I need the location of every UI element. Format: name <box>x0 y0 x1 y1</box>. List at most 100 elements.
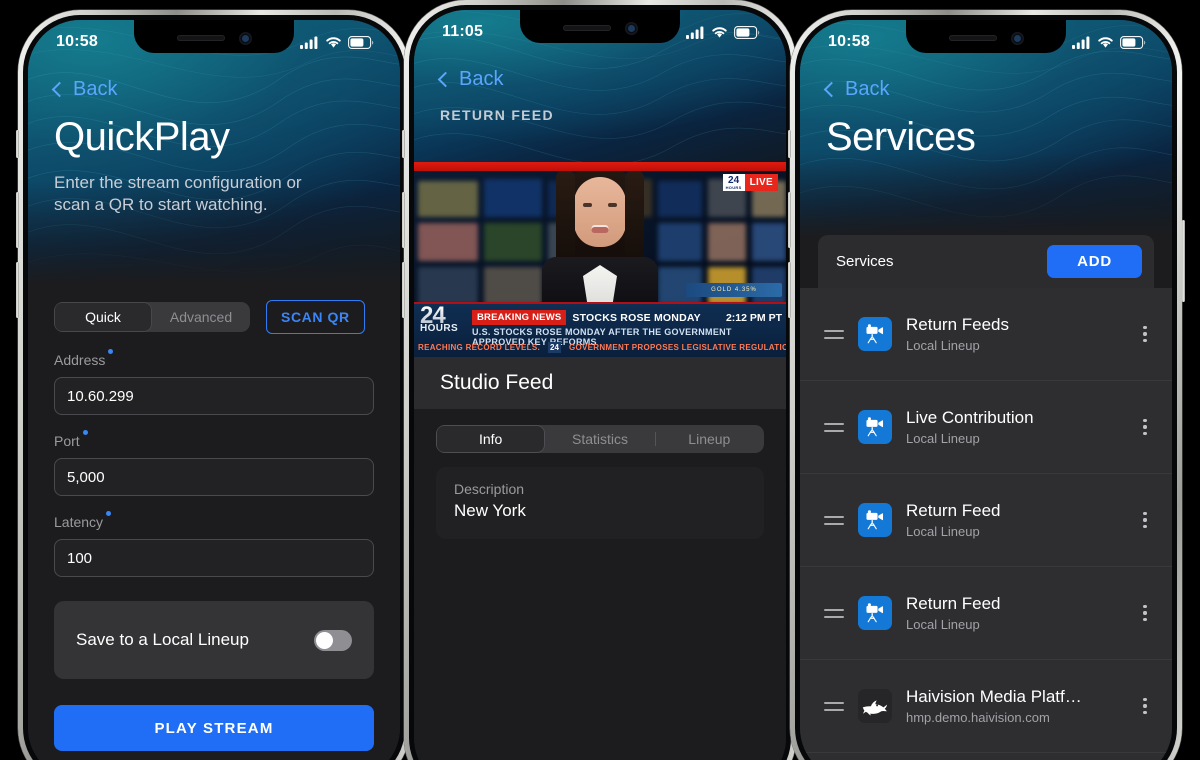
drag-handle-icon[interactable] <box>824 515 844 525</box>
return-feed-app: 11:05 Back RETURN FEED 24 HOURS LIVE GOL… <box>414 10 786 760</box>
port-field-group: Port 5,000 <box>54 430 374 496</box>
quickplay-form: Quick Advanced SCAN QR Address 10.60.299 <box>28 282 400 760</box>
description-value: New York <box>454 501 526 520</box>
toggle-knob <box>316 631 333 649</box>
video-camera-icon <box>858 317 892 351</box>
quickplay-app: 10:58 Back QuickPlay Enter the stream co… <box>28 20 400 760</box>
description-card: Description New York <box>436 467 764 539</box>
cellular-bars-icon <box>1072 36 1090 49</box>
service-name: Return Feed <box>906 594 1001 613</box>
phone1-notch <box>134 20 294 53</box>
phone1-silent-switch[interactable] <box>15 130 19 158</box>
service-subtitle: hmp.demo.haivision.com <box>906 710 1050 725</box>
address-input[interactable]: 10.60.299 <box>54 377 374 415</box>
ticker-crawl: REACHING RECORD LEVELS. 24 GOVERNMENT PR… <box>414 340 786 354</box>
tab-info[interactable]: Info <box>436 425 546 453</box>
more-options-icon[interactable] <box>1136 697 1154 715</box>
table-row[interactable]: Haivision Media Platf… hmp.demo.haivisio… <box>800 660 1172 753</box>
phone1-volume-up-button[interactable] <box>15 192 19 248</box>
breaking-news-label: BREAKING NEWS <box>472 310 567 325</box>
video-camera-icon <box>858 410 892 444</box>
page-subtitle: Enter the stream configuration or scan a… <box>54 173 302 215</box>
phone2-back-button[interactable]: Back <box>414 54 786 91</box>
more-options-icon[interactable] <box>1136 325 1154 343</box>
phone1-screen: 10:58 Back QuickPlay Enter the stream co… <box>28 20 400 760</box>
page-title: QuickPlay <box>54 115 230 159</box>
chevron-left-icon <box>437 71 454 88</box>
phone3-power-button[interactable] <box>1181 220 1185 302</box>
battery-icon <box>1120 35 1146 49</box>
back-label: Back <box>459 68 504 90</box>
phone2-notch <box>520 10 680 43</box>
front-camera-icon <box>1010 31 1024 45</box>
page-title: Services <box>826 115 976 159</box>
more-options-icon[interactable] <box>1136 511 1154 529</box>
add-service-button[interactable]: ADD <box>1047 245 1142 278</box>
table-row[interactable]: Test rick <box>800 753 1172 760</box>
segment-advanced[interactable]: Advanced <box>152 302 250 332</box>
more-options-icon[interactable] <box>1136 418 1154 436</box>
service-text-group: Return Feeds Local Lineup <box>906 315 1122 353</box>
crawl-logo-icon: 24 <box>548 341 561 353</box>
phone1-hero-header: 10:58 Back QuickPlay Enter the stream co… <box>28 20 400 282</box>
save-local-lineup-toggle[interactable] <box>314 629 352 651</box>
description-label: Description <box>454 481 525 497</box>
drag-handle-icon[interactable] <box>824 701 844 711</box>
phone-device-2: 11:05 Back RETURN FEED 24 HOURS LIVE GOL… <box>401 0 799 760</box>
latency-input[interactable]: 100 <box>54 539 374 577</box>
status-icons-group <box>300 35 374 49</box>
front-camera-icon <box>238 31 252 45</box>
phone2-volume-up-button[interactable] <box>401 192 405 248</box>
more-options-icon[interactable] <box>1136 604 1154 622</box>
detail-tabs[interactable]: Info Statistics Lineup <box>436 425 764 453</box>
service-name: Return Feeds <box>906 315 1009 334</box>
live-indicator-label: LIVE <box>744 174 778 191</box>
play-stream-button[interactable]: PLAY STREAM <box>54 705 374 751</box>
ticker-logo: 24 HOURS <box>420 303 458 333</box>
section-caption: RETURN FEED <box>440 107 554 123</box>
phone2-silent-switch[interactable] <box>401 130 405 158</box>
battery-icon <box>734 25 760 39</box>
wifi-icon <box>712 26 727 38</box>
feed-detail-body: Info Statistics Lineup Description New Y… <box>414 409 786 760</box>
phone3-back-button[interactable]: Back <box>800 64 1172 101</box>
back-label: Back <box>845 78 890 100</box>
phone3-screen: 10:58 Back Services Services ADD Return … <box>800 20 1172 760</box>
phone3-hero-header: 10:58 Back Services <box>800 20 1172 235</box>
cellular-bars-icon <box>300 36 318 49</box>
tab-statistics[interactable]: Statistics <box>545 425 654 453</box>
video-player[interactable]: 24 HOURS LIVE GOLD 4.35% 24 HOURS BREAKI… <box>414 162 786 357</box>
drag-handle-icon[interactable] <box>824 608 844 618</box>
tab-lineup[interactable]: Lineup <box>654 425 764 453</box>
ticker-headline: STOCKS ROSE MONDAY <box>572 311 701 324</box>
earpiece-speaker-icon <box>562 25 611 31</box>
phone3-volume-up-button[interactable] <box>787 192 791 248</box>
segment-quick[interactable]: Quick <box>54 302 152 332</box>
news-ticker: 24 HOURS BREAKING NEWS STOCKS ROSE MONDA… <box>414 302 786 357</box>
required-dot-icon <box>82 430 88 435</box>
port-input[interactable]: 5,000 <box>54 458 374 496</box>
scan-qr-button[interactable]: SCAN QR <box>266 300 365 334</box>
table-row[interactable]: Live Contribution Local Lineup <box>800 381 1172 474</box>
wifi-icon <box>326 36 341 48</box>
table-row[interactable]: Return Feeds Local Lineup <box>800 288 1172 381</box>
drag-handle-icon[interactable] <box>824 329 844 339</box>
services-list[interactable]: Return Feeds Local Lineup Live Contribut… <box>800 288 1172 760</box>
service-subtitle: Local Lineup <box>906 617 980 632</box>
front-camera-icon <box>624 21 638 35</box>
chevron-left-icon <box>51 81 68 98</box>
required-dot-icon <box>106 511 112 516</box>
phone2-volume-down-button[interactable] <box>401 262 405 318</box>
ticker-headline-row: BREAKING NEWS STOCKS ROSE MONDAY 2:12 PM… <box>472 310 782 325</box>
table-row[interactable]: Return Feed Local Lineup <box>800 567 1172 660</box>
service-text-group: Haivision Media Platf… hmp.demo.haivisio… <box>906 687 1122 725</box>
phone1-back-button[interactable]: Back <box>28 64 400 101</box>
phone3-silent-switch[interactable] <box>787 130 791 158</box>
table-row[interactable]: Return Feed Local Lineup <box>800 474 1172 567</box>
phone3-volume-down-button[interactable] <box>787 262 791 318</box>
phone1-volume-down-button[interactable] <box>15 262 19 318</box>
drag-handle-icon[interactable] <box>824 422 844 432</box>
save-local-lineup-row[interactable]: Save to a Local Lineup <box>54 601 374 679</box>
address-field-group: Address 10.60.299 <box>54 349 374 415</box>
mode-segmented-control[interactable]: Quick Advanced <box>54 302 250 332</box>
